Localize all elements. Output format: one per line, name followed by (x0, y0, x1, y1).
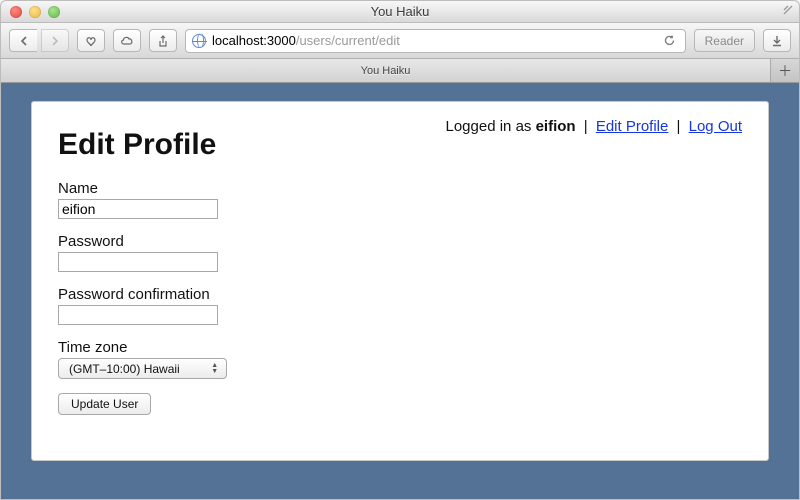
logout-link[interactable]: Log Out (689, 118, 742, 135)
share-icon[interactable] (149, 29, 177, 52)
traffic-lights (10, 6, 60, 18)
forward-button[interactable] (41, 29, 69, 52)
new-tab-button[interactable]: ＋ (771, 59, 799, 82)
icloud-icon[interactable] (113, 29, 141, 52)
browser-toolbar: localhost:3000/users/current/edit Reader (1, 23, 799, 59)
reload-icon[interactable] (661, 32, 679, 50)
zoom-icon[interactable] (48, 6, 60, 18)
logged-in-username: eifion (536, 118, 576, 135)
name-field[interactable] (58, 199, 218, 219)
site-globe-icon (192, 34, 206, 48)
browser-window: You Haiku localhost:3000/users/current/e… (0, 0, 800, 500)
close-icon[interactable] (10, 6, 22, 18)
user-status-bar: Logged in as eifion | Edit Profile | Log… (446, 118, 743, 135)
page-viewport: Logged in as eifion | Edit Profile | Log… (1, 83, 799, 499)
back-button[interactable] (9, 29, 37, 52)
name-label: Name (58, 180, 742, 197)
password-label: Password (58, 233, 742, 250)
reading-list-icon[interactable] (77, 29, 105, 52)
timezone-selected-value: (GMT–10:00) Hawaii (69, 362, 180, 376)
password-confirmation-field[interactable] (58, 305, 218, 325)
window-titlebar: You Haiku (1, 1, 799, 23)
minimize-icon[interactable] (29, 6, 41, 18)
downloads-icon[interactable] (763, 29, 791, 52)
update-user-button[interactable]: Update User (58, 393, 151, 415)
window-title: You Haiku (1, 4, 799, 19)
url-path: /users/current/edit (296, 33, 400, 48)
address-bar[interactable]: localhost:3000/users/current/edit (185, 29, 686, 53)
edit-profile-link[interactable]: Edit Profile (596, 118, 669, 135)
timezone-select[interactable]: (GMT–10:00) Hawaii ▲▼ (58, 358, 227, 379)
page-content: Logged in as eifion | Edit Profile | Log… (31, 101, 769, 461)
url-host: localhost:3000 (212, 33, 296, 48)
reader-button[interactable]: Reader (694, 29, 755, 52)
password-confirmation-label: Password confirmation (58, 286, 742, 303)
chevron-up-down-icon: ▲▼ (210, 363, 220, 374)
fullscreen-icon[interactable] (783, 5, 793, 18)
timezone-label: Time zone (58, 339, 742, 356)
tab-active[interactable]: You Haiku (1, 59, 771, 82)
tab-bar: You Haiku ＋ (1, 59, 799, 83)
logged-in-prefix: Logged in as (446, 118, 536, 135)
password-field[interactable] (58, 252, 218, 272)
